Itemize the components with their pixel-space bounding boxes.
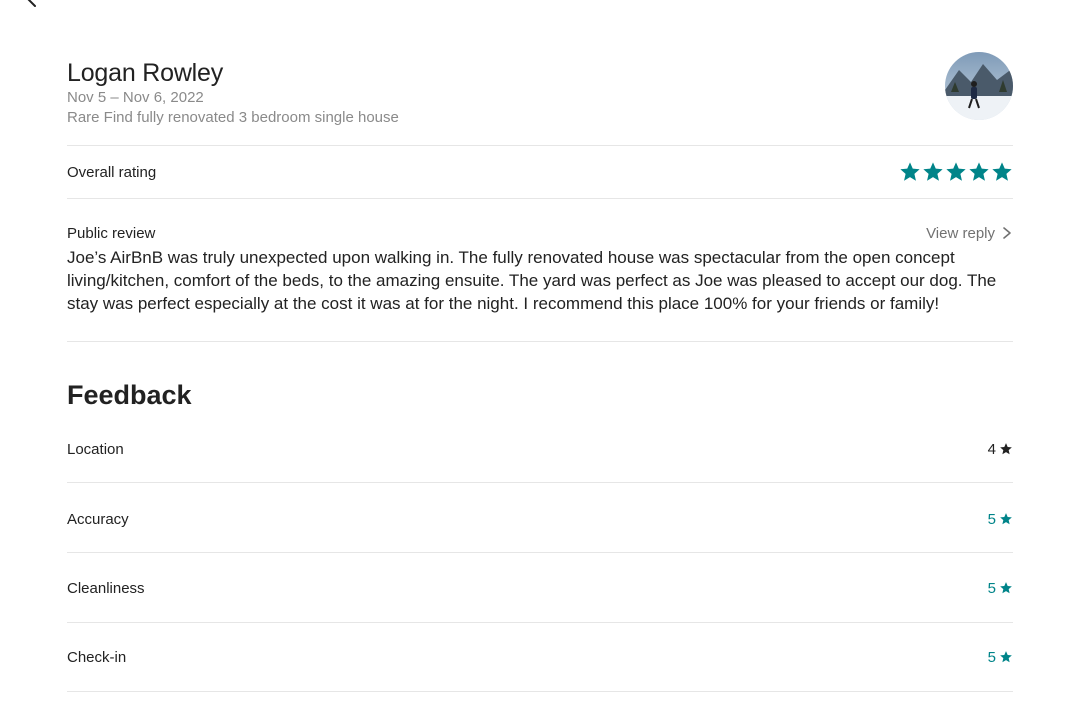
- rating-value: 5: [987, 510, 996, 528]
- star-icon: [1000, 582, 1012, 594]
- divider: [67, 691, 1013, 692]
- star-icon: [1000, 443, 1012, 455]
- view-reply-link[interactable]: View reply: [926, 225, 1013, 242]
- overall-rating-row: Overall rating: [67, 156, 1013, 188]
- star-icon: [946, 162, 966, 181]
- reviewer-name: Logan Rowley: [67, 59, 224, 87]
- feedback-row-location: Location 4: [67, 414, 1013, 484]
- stay-dates: Nov 5 – Nov 6, 2022: [67, 89, 204, 106]
- feedback-rating: 4: [988, 441, 1013, 458]
- rating-value: 5: [987, 579, 996, 597]
- rating-value: 4: [987, 440, 996, 458]
- star-icon: [900, 162, 920, 181]
- chevron-left-icon: [27, 0, 36, 7]
- star-icon: [1000, 651, 1012, 663]
- feedback-label: Cleanliness: [67, 579, 145, 597]
- feedback-row-check-in: Check-in 5: [67, 622, 1013, 692]
- divider: [67, 145, 1013, 146]
- star-icon: [1000, 513, 1012, 525]
- public-review-label: Public review: [67, 224, 156, 242]
- public-review-section: Public review View reply Joe’s AirBnB wa…: [67, 222, 1013, 315]
- divider: [67, 341, 1013, 342]
- chevron-right-icon: [1003, 227, 1011, 239]
- divider: [67, 198, 1013, 199]
- feedback-label: Accuracy: [67, 510, 129, 528]
- feedback-label: Location: [67, 440, 124, 458]
- rating-value: 5: [987, 648, 996, 666]
- avatar[interactable]: [945, 52, 1013, 120]
- review-text: Joe’s AirBnB was truly unexpected upon w…: [67, 248, 997, 313]
- star-icon: [923, 162, 943, 181]
- star-icon: [969, 162, 989, 181]
- divider: [67, 482, 1013, 483]
- feedback-row-cleanliness: Cleanliness 5: [67, 553, 1013, 623]
- feedback-rating: 5: [988, 511, 1013, 528]
- overall-rating-stars: [899, 161, 1013, 183]
- feedback-label: Check-in: [67, 648, 127, 666]
- review-header: Logan Rowley Nov 5 – Nov 6, 2022 Rare Fi…: [67, 52, 1013, 146]
- star-icon: [992, 162, 1012, 181]
- listing-title: Rare Find fully renovated 3 bedroom sing…: [67, 109, 399, 126]
- feedback-row-accuracy: Accuracy 5: [67, 484, 1013, 554]
- feedback-rating: 5: [988, 649, 1013, 666]
- feedback-rating: 5: [988, 580, 1013, 597]
- feedback-title: Feedback: [67, 380, 192, 410]
- view-reply-label: View reply: [926, 224, 995, 242]
- back-button[interactable]: [20, 0, 44, 10]
- overall-rating-label: Overall rating: [67, 163, 157, 181]
